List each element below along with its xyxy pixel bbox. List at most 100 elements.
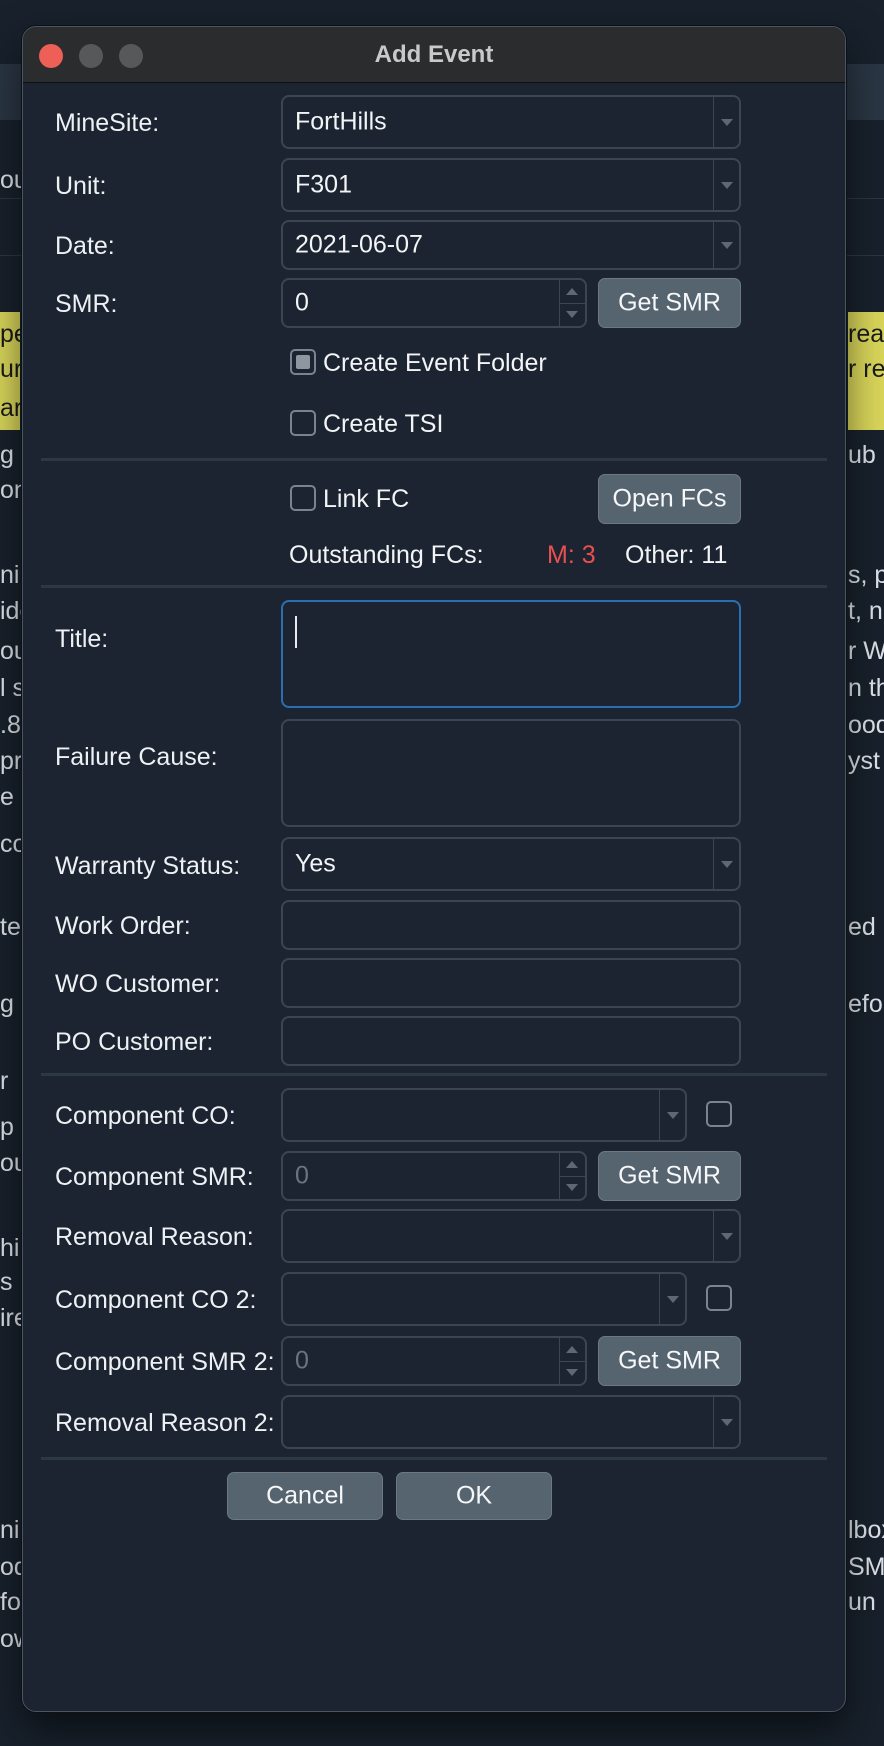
background-text: s, p — [848, 561, 884, 589]
background-text: s — [0, 1268, 13, 1296]
component-co-label: Component CO: — [55, 1102, 236, 1130]
chevron-down-icon — [713, 97, 739, 147]
background-text: r — [0, 1067, 9, 1095]
po-customer-label: PO Customer: — [55, 1028, 214, 1056]
background-text: t, n — [848, 597, 883, 625]
chevron-down-icon — [659, 1090, 685, 1140]
spin-arrows-icon[interactable] — [559, 280, 585, 326]
background-text: pr — [0, 747, 23, 775]
background-text: rea — [848, 320, 884, 348]
ok-button[interactable]: OK — [396, 1472, 552, 1520]
minesite-label: MineSite: — [55, 109, 160, 137]
dialog-titlebar[interactable]: Add Event — [23, 27, 845, 83]
create-event-folder-label[interactable]: Create Event Folder — [323, 349, 547, 378]
wo-customer-input[interactable] — [281, 958, 741, 1008]
background-text: lbox — [848, 1516, 884, 1544]
background-text: r W — [848, 637, 884, 665]
component-get-smr-button[interactable]: Get SMR — [598, 1151, 741, 1201]
removal-reason-label: Removal Reason: — [55, 1223, 254, 1251]
component-co2-combo[interactable] — [281, 1272, 687, 1326]
wo-customer-label: WO Customer: — [55, 970, 221, 998]
removal-reason2-combo[interactable] — [281, 1395, 741, 1449]
unit-value: F301 — [295, 170, 352, 199]
section-divider — [41, 1073, 827, 1076]
dialog-title: Add Event — [374, 41, 494, 68]
chevron-down-icon — [713, 1211, 739, 1261]
work-order-input[interactable] — [281, 900, 741, 950]
spin-arrows-icon[interactable] — [559, 1153, 585, 1199]
component-smr2-spinbox[interactable]: 0 — [281, 1336, 587, 1386]
component-smr-value: 0 — [295, 1161, 309, 1190]
date-picker[interactable]: 2021-06-07 — [281, 220, 741, 270]
warranty-status-label: Warranty Status: — [55, 852, 241, 880]
section-divider — [41, 1457, 827, 1460]
component2-get-smr-button[interactable]: Get SMR — [598, 1336, 741, 1386]
smr-value: 0 — [295, 288, 309, 317]
outstanding-other-count: Other: 11 — [625, 541, 728, 569]
cancel-button[interactable]: Cancel — [227, 1472, 383, 1520]
date-label: Date: — [55, 232, 115, 260]
unit-combo[interactable]: F301 — [281, 158, 741, 212]
chevron-down-icon — [713, 839, 739, 889]
background-text: n th — [848, 674, 884, 702]
title-textarea[interactable] — [281, 600, 741, 708]
unit-label: Unit: — [55, 172, 107, 200]
background-text: p — [0, 1113, 14, 1141]
removal-reason-combo[interactable] — [281, 1209, 741, 1263]
background-text: un — [848, 1588, 876, 1616]
background-text: hi — [0, 1234, 20, 1262]
get-smr-button[interactable]: Get SMR — [598, 278, 741, 328]
create-event-folder-checkbox[interactable] — [290, 349, 316, 375]
background-text: fo — [0, 1588, 21, 1616]
background-text: ed — [848, 913, 876, 941]
text-caret — [295, 616, 297, 648]
removal-reason2-label: Removal Reason 2: — [55, 1409, 275, 1437]
link-fc-checkbox[interactable] — [290, 485, 316, 511]
background-text: ni — [0, 561, 20, 589]
component-smr2-label: Component SMR 2: — [55, 1348, 275, 1376]
minesite-combo[interactable]: FortHills — [281, 95, 741, 149]
component-smr-spinbox[interactable]: 0 — [281, 1151, 587, 1201]
chevron-down-icon — [713, 160, 739, 210]
component2-get-smr-button-label: Get SMR — [618, 1346, 721, 1375]
outstanding-m-count: M: 3 — [547, 541, 596, 569]
component-smr2-value: 0 — [295, 1346, 309, 1375]
component-co2-label: Component CO 2: — [55, 1286, 257, 1314]
create-tsi-label[interactable]: Create TSI — [323, 410, 443, 439]
date-value: 2021-06-07 — [295, 230, 423, 259]
open-fcs-button-label: Open FCs — [612, 484, 727, 513]
smr-spinbox[interactable]: 0 — [281, 278, 587, 328]
title-label: Title: — [55, 625, 109, 653]
failure-cause-textarea[interactable] — [281, 719, 741, 827]
background-text: yst — [848, 747, 880, 775]
link-fc-label[interactable]: Link FC — [323, 485, 409, 514]
open-fcs-button[interactable]: Open FCs — [598, 474, 741, 524]
background-text: ni — [0, 1516, 20, 1544]
background-text: g — [0, 990, 14, 1018]
component-co2-checkbox[interactable] — [706, 1285, 732, 1311]
failure-cause-label: Failure Cause: — [55, 743, 218, 771]
section-divider — [41, 458, 827, 461]
background-text: ood — [848, 711, 884, 739]
minesite-value: FortHills — [295, 107, 387, 136]
background-text: efo — [848, 990, 883, 1018]
chevron-down-icon — [659, 1274, 685, 1324]
chevron-down-icon — [713, 1397, 739, 1447]
background-text: .8 — [0, 711, 21, 739]
ok-button-label: OK — [455, 1481, 493, 1510]
component-co-combo[interactable] — [281, 1088, 687, 1142]
section-divider — [41, 585, 827, 588]
background-text: ub h — [848, 441, 884, 469]
warranty-status-combo[interactable]: Yes — [281, 837, 741, 891]
background-text: SMS — [848, 1553, 884, 1581]
component-get-smr-button-label: Get SMR — [618, 1161, 721, 1190]
po-customer-input[interactable] — [281, 1016, 741, 1066]
component-smr-label: Component SMR: — [55, 1163, 254, 1191]
get-smr-button-label: Get SMR — [618, 288, 721, 317]
create-tsi-checkbox[interactable] — [290, 410, 316, 436]
spin-arrows-icon[interactable] — [559, 1338, 585, 1384]
component-co-checkbox[interactable] — [706, 1101, 732, 1127]
chevron-down-icon — [713, 222, 739, 268]
cancel-button-label: Cancel — [266, 1481, 344, 1510]
add-event-dialog: Add Event MineSite: FortHills Unit: F301… — [22, 26, 846, 1712]
